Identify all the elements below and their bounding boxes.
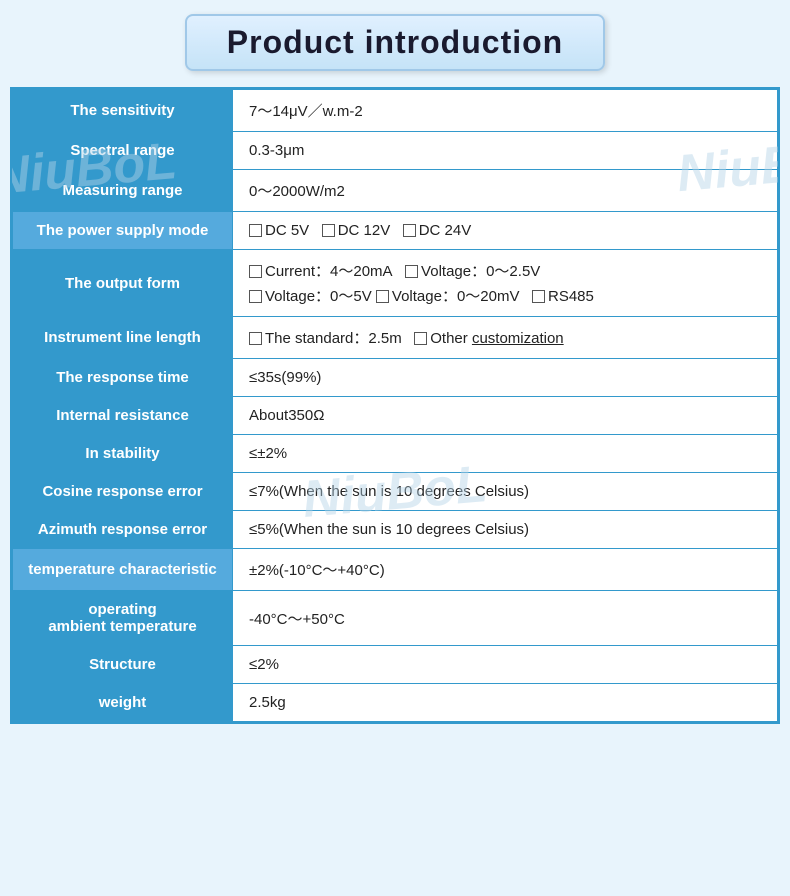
- table-row: operatingambient temperature -40°C～+50°C: [13, 591, 778, 646]
- table-row: Cosine response error ≤7%(When the sun i…: [13, 473, 778, 511]
- title-box: Product introduction: [185, 14, 605, 71]
- checkbox-icon: [405, 265, 418, 278]
- row-label-weight: weight: [13, 684, 233, 722]
- checkbox-icon: [249, 290, 262, 303]
- row-value-sensitivity: 7～14μV／w.m-2: [233, 90, 778, 132]
- checkbox-icon: [414, 332, 427, 345]
- row-value-weight: 2.5kg: [233, 684, 778, 722]
- row-value-ambient: -40°C～+50°C: [233, 591, 778, 646]
- table-row: Structure ≤2%: [13, 646, 778, 684]
- row-label-resistance: Internal resistance: [13, 397, 233, 435]
- table-row: The output form Current：4～20mA Voltage：0…: [13, 250, 778, 317]
- table-row: In stability ≤±2%: [13, 435, 778, 473]
- table-row: The sensitivity 7～14μV／w.m-2: [13, 90, 778, 132]
- row-value-measuring: 0～2000W/m2: [233, 170, 778, 212]
- row-value-output: Current：4～20mA Voltage：0～2.5V Voltage：0～…: [233, 250, 778, 317]
- row-label-azimuth: Azimuth response error: [13, 511, 233, 549]
- row-value-resistance: About350Ω: [233, 397, 778, 435]
- table-row: weight 2.5kg: [13, 684, 778, 722]
- table-row: Internal resistance About350Ω: [13, 397, 778, 435]
- row-label-instrument: Instrument line length: [13, 317, 233, 359]
- row-value-cosine: ≤7%(When the sun is 10 degrees Celsius): [233, 473, 778, 511]
- checkbox-icon: [249, 224, 262, 237]
- title-container: Product introduction: [10, 10, 780, 75]
- row-value-spectral: 0.3-3μm: [233, 132, 778, 170]
- row-label-structure: Structure: [13, 646, 233, 684]
- row-label-output: The output form: [13, 250, 233, 317]
- table-row: temperature characteristic ±2%(-10°C～+40…: [13, 549, 778, 591]
- page-wrapper: Product introduction NiuBoL NiuB NiuBoL …: [10, 10, 780, 724]
- row-label-measuring: Measuring range: [13, 170, 233, 212]
- row-value-power: DC 5V DC 12V DC 24V: [233, 212, 778, 250]
- row-label-power: The power supply mode: [13, 212, 233, 250]
- row-label-ambient: operatingambient temperature: [13, 591, 233, 646]
- output-line-2: Voltage：0～5V Voltage：0～20mV RS485: [249, 285, 761, 306]
- checkbox-icon: [322, 224, 335, 237]
- checkbox-icon: [403, 224, 416, 237]
- page-title: Product introduction: [227, 24, 563, 60]
- row-label-cosine: Cosine response error: [13, 473, 233, 511]
- checkbox-icon: [376, 290, 389, 303]
- row-value-temp-char: ±2%(-10°C～+40°C): [233, 549, 778, 591]
- checkbox-icon: [249, 265, 262, 278]
- customization-link: customization: [472, 330, 564, 347]
- checkbox-icon: [249, 332, 262, 345]
- table-row: Spectral range 0.3-3μm: [13, 132, 778, 170]
- table-row: The power supply mode DC 5V DC 12V DC 24…: [13, 212, 778, 250]
- row-label-sensitivity: The sensitivity: [13, 90, 233, 132]
- row-label-temp-char: temperature characteristic: [13, 549, 233, 591]
- row-value-azimuth: ≤5%(When the sun is 10 degrees Celsius): [233, 511, 778, 549]
- row-value-response: ≤35s(99%): [233, 359, 778, 397]
- row-value-instrument: The standard：2.5m Other customization: [233, 317, 778, 359]
- row-label-stability: In stability: [13, 435, 233, 473]
- table-row: Azimuth response error ≤5%(When the sun …: [13, 511, 778, 549]
- table-wrapper: NiuBoL NiuB NiuBoL The sensitivity 7～14μ…: [10, 87, 780, 724]
- table-row: Instrument line length The standard：2.5m…: [13, 317, 778, 359]
- row-value-structure: ≤2%: [233, 646, 778, 684]
- output-line-1: Current：4～20mA Voltage：0～2.5V: [249, 260, 761, 281]
- row-label-response: The response time: [13, 359, 233, 397]
- table-row: Measuring range 0～2000W/m2: [13, 170, 778, 212]
- row-label-spectral: Spectral range: [13, 132, 233, 170]
- checkbox-icon: [532, 290, 545, 303]
- table-row: The response time ≤35s(99%): [13, 359, 778, 397]
- row-value-stability: ≤±2%: [233, 435, 778, 473]
- spec-table: The sensitivity 7～14μV／w.m-2 Spectral ra…: [12, 89, 778, 722]
